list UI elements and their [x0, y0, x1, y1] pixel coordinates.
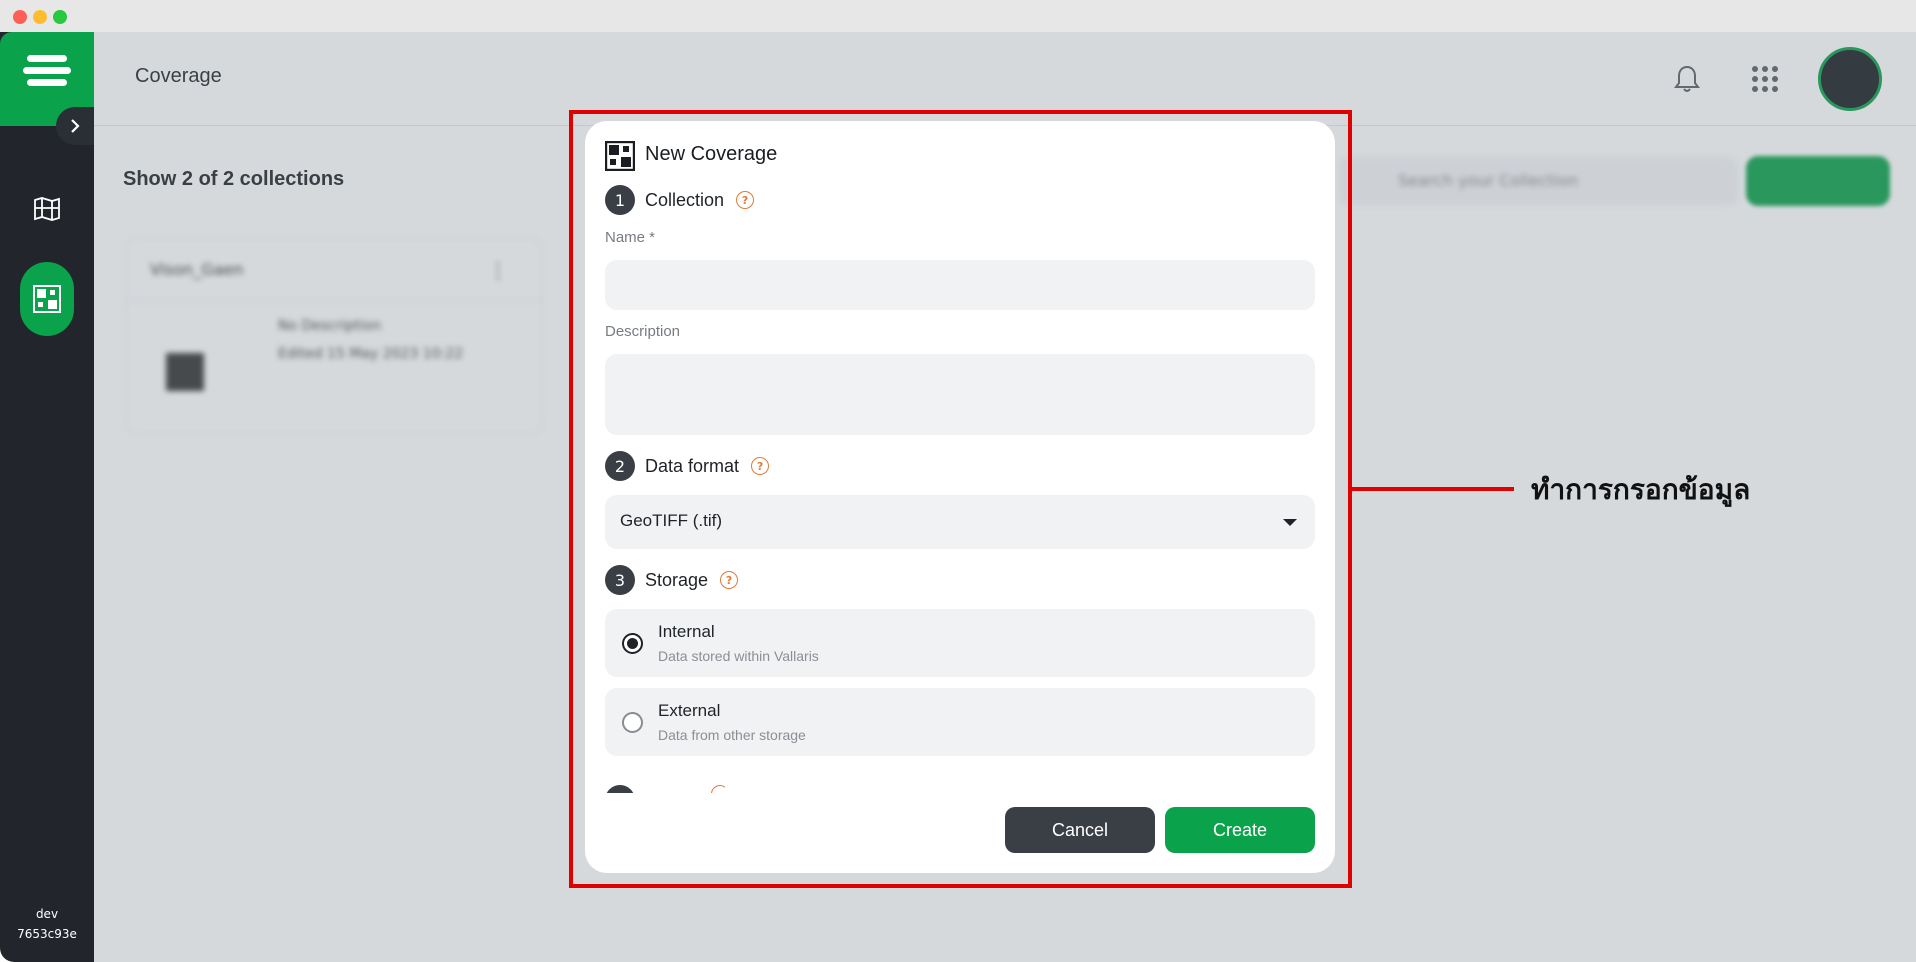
env-label: dev	[35, 907, 59, 921]
radio-internal[interactable]	[622, 633, 643, 654]
step-number: 2	[605, 451, 635, 481]
coverage-grid-icon	[33, 285, 61, 313]
name-label: Name *	[605, 229, 656, 246]
description-label: Description	[605, 323, 681, 340]
description-textarea[interactable]	[605, 354, 1315, 435]
data-format-select[interactable]: GeoTIFF (.tif)	[605, 495, 1315, 549]
step-label: Collection	[645, 189, 725, 210]
storage-option-internal[interactable]: Internal Data stored within Vallaris	[605, 609, 1315, 677]
name-input[interactable]	[605, 260, 1315, 310]
window-titlebar	[0, 0, 1916, 32]
radio-external[interactable]	[622, 712, 643, 733]
step-number: 3	[605, 565, 635, 595]
minimize-window-button[interactable]	[33, 10, 47, 24]
step-label: Storage	[645, 569, 709, 590]
chevron-right-icon	[71, 119, 80, 133]
help-icon[interactable]: ?	[720, 571, 739, 589]
option-title: External	[658, 701, 721, 720]
step-number: 1	[605, 185, 635, 215]
step-number-partial	[605, 785, 635, 793]
new-coverage-modal: New Coverage 1 Collection ? Name * Descr…	[585, 121, 1335, 873]
storage-option-external[interactable]: External Data from other storage	[605, 688, 1315, 756]
build-hash: 7653c93e	[17, 927, 77, 941]
step-storage: 3 Storage ?	[605, 565, 739, 595]
coverage-grid-icon	[605, 141, 635, 171]
expand-sidebar-button[interactable]	[56, 107, 94, 145]
maximize-window-button[interactable]	[53, 10, 67, 24]
help-icon	[711, 785, 725, 793]
step-label: Data format	[645, 455, 740, 476]
annotation-text: ทำการกรอกข้อมูล	[1531, 473, 1751, 506]
map-icon	[34, 197, 60, 221]
annotation-pointer-line	[1352, 487, 1514, 491]
step-4-partial	[605, 785, 725, 793]
option-title: Internal	[658, 622, 715, 641]
create-button[interactable]: Create	[1165, 807, 1315, 853]
option-subtitle: Data stored within Vallaris	[658, 648, 819, 664]
help-icon[interactable]: ?	[736, 191, 755, 209]
sidebar: dev 7653c93e	[0, 32, 94, 962]
sidebar-item-map[interactable]	[20, 182, 74, 236]
modal-title: New Coverage	[645, 143, 778, 165]
sidebar-item-coverage[interactable]	[20, 262, 74, 336]
option-subtitle: Data from other storage	[658, 727, 806, 743]
step-data-format: 2 Data format ?	[605, 451, 770, 481]
step-collection: 1 Collection ?	[605, 185, 755, 215]
build-version: dev 7653c93e	[0, 904, 94, 944]
data-format-value: GeoTIFF (.tif)	[620, 511, 722, 530]
close-window-button[interactable]	[13, 10, 27, 24]
cancel-button[interactable]: Cancel	[1005, 807, 1155, 853]
help-icon[interactable]: ?	[751, 457, 770, 475]
caret-down-icon	[1283, 519, 1297, 526]
